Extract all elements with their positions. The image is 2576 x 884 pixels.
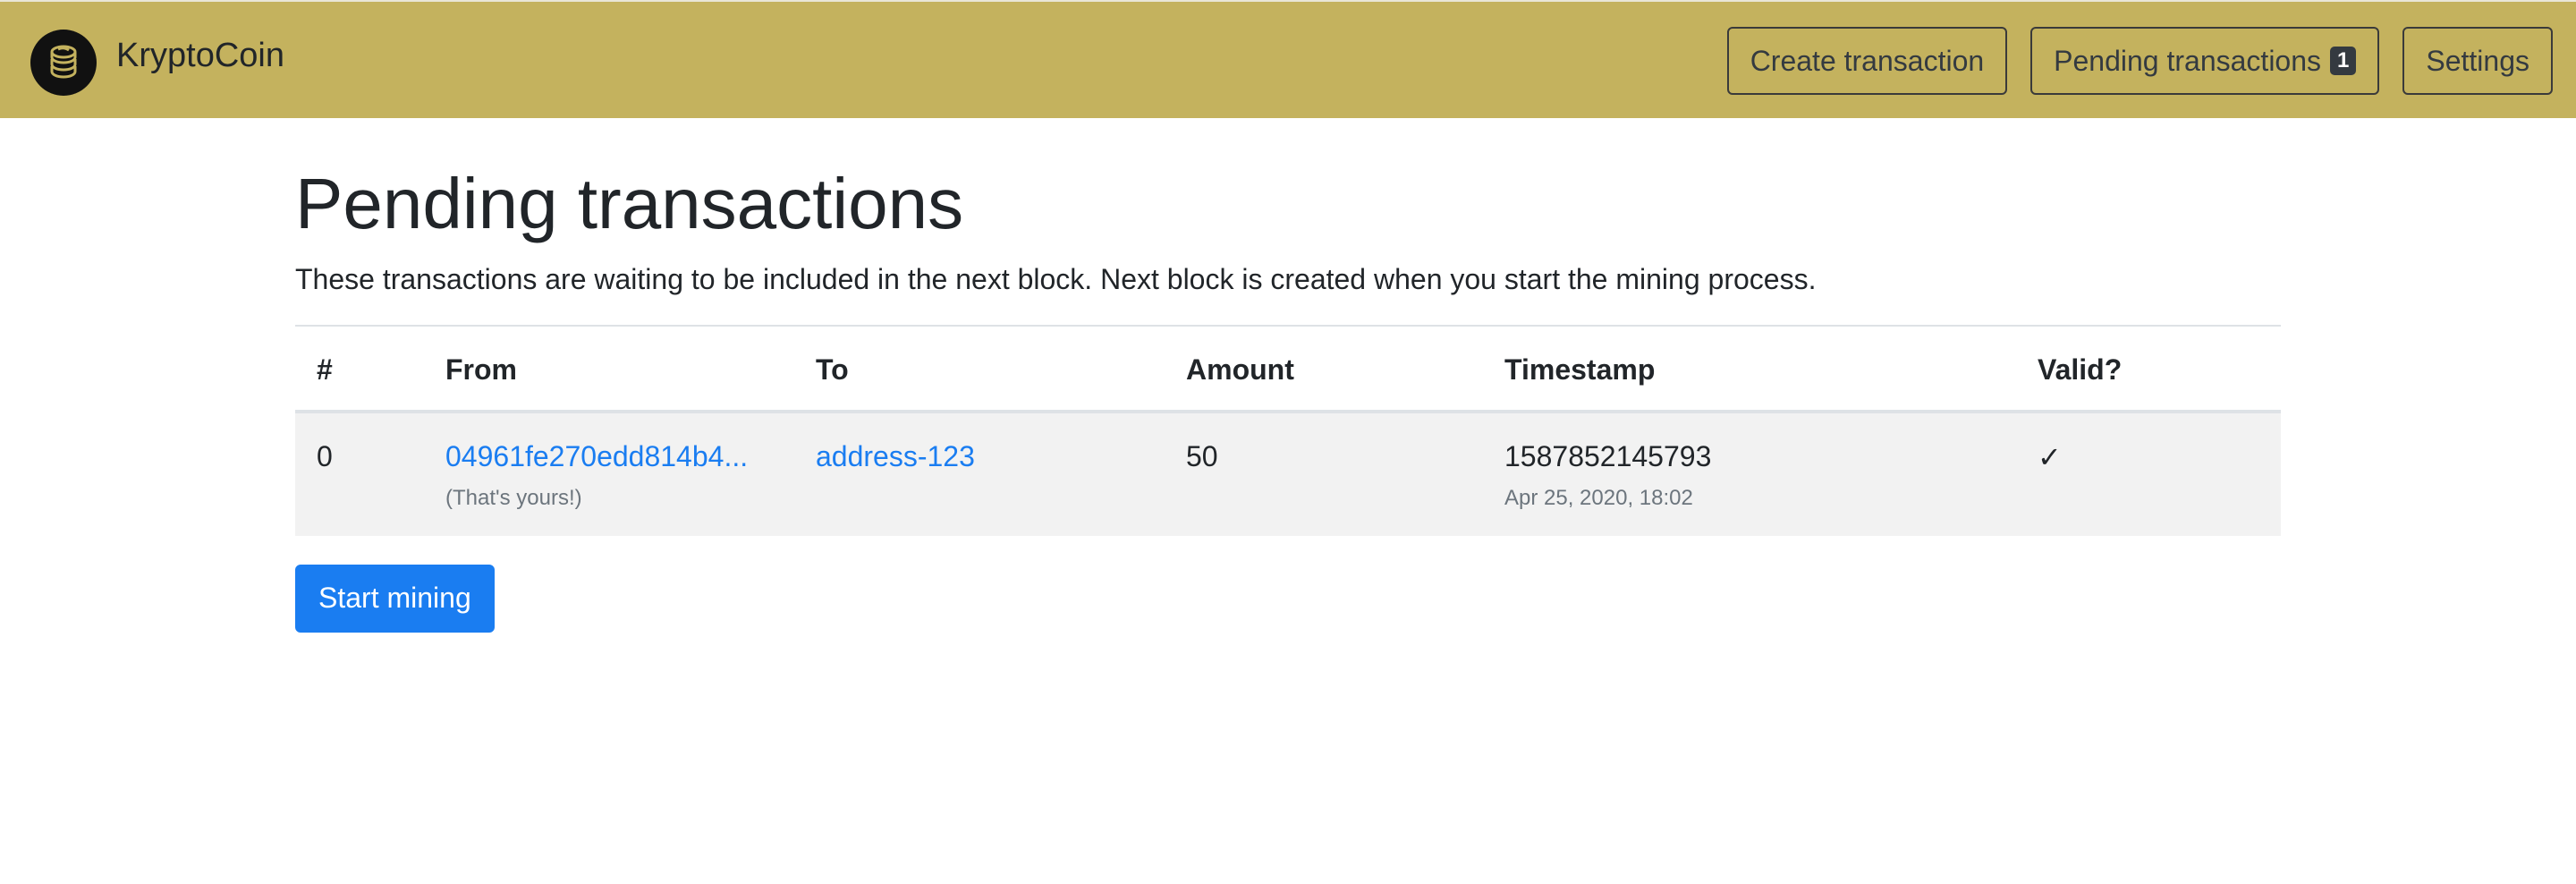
cell-from: 04961fe270edd814b4... (That's yours!) [424, 411, 794, 536]
column-header-to: To [794, 324, 1165, 413]
column-header-index: # [295, 324, 424, 413]
navbar: KryptoCoin Create transaction Pending tr… [0, 0, 2576, 118]
from-address-link[interactable]: 04961fe270edd814b4... [445, 440, 748, 473]
page-title: Pending transactions [295, 164, 964, 243]
to-address-link[interactable]: address-123 [816, 440, 975, 472]
from-note: (That's yours!) [445, 485, 582, 510]
cell-timestamp: 1587852145793 Apr 25, 2020, 18:02 [1483, 411, 2016, 536]
column-header-from: From [424, 324, 794, 413]
cell-index: 0 [295, 411, 424, 536]
nav-buttons: Create transaction Pending transactions … [1726, 27, 2553, 95]
cell-to: address-123 [794, 411, 1165, 536]
column-header-amount: Amount [1165, 324, 1483, 413]
table-row: 0 04961fe270edd814b4... (That's yours!) … [295, 411, 2281, 536]
settings-button[interactable]: Settings [2402, 27, 2553, 95]
cell-amount: 50 [1165, 411, 1483, 536]
timestamp-raw: 1587852145793 [1504, 439, 1712, 472]
checkmark-icon: ✓ [2038, 440, 2062, 473]
cell-valid: ✓ [2016, 411, 2281, 536]
column-header-valid: Valid? [2016, 324, 2281, 413]
column-header-timestamp: Timestamp [1483, 324, 2016, 413]
start-mining-button[interactable]: Start mining [295, 564, 495, 633]
brand-name: KryptoCoin [116, 36, 284, 74]
pending-transactions-button[interactable]: Pending transactions 1 [2030, 27, 2380, 95]
pending-transactions-table: # From To Amount Timestamp Valid? 0 0496… [295, 324, 2281, 536]
table-header-row: # From To Amount Timestamp Valid? [295, 324, 2281, 413]
brand-link[interactable]: KryptoCoin [30, 27, 284, 98]
page-description: These transactions are waiting to be inc… [295, 263, 1817, 295]
timestamp-human: Apr 25, 2020, 18:02 [1504, 485, 1693, 510]
coin-stack-icon [30, 30, 97, 96]
pending-transactions-label: Pending transactions [2054, 44, 2322, 77]
pending-count-badge: 1 [2330, 47, 2357, 75]
main-content: Pending transactions These transactions … [295, 118, 2281, 633]
create-transaction-button[interactable]: Create transaction [1726, 27, 2008, 95]
